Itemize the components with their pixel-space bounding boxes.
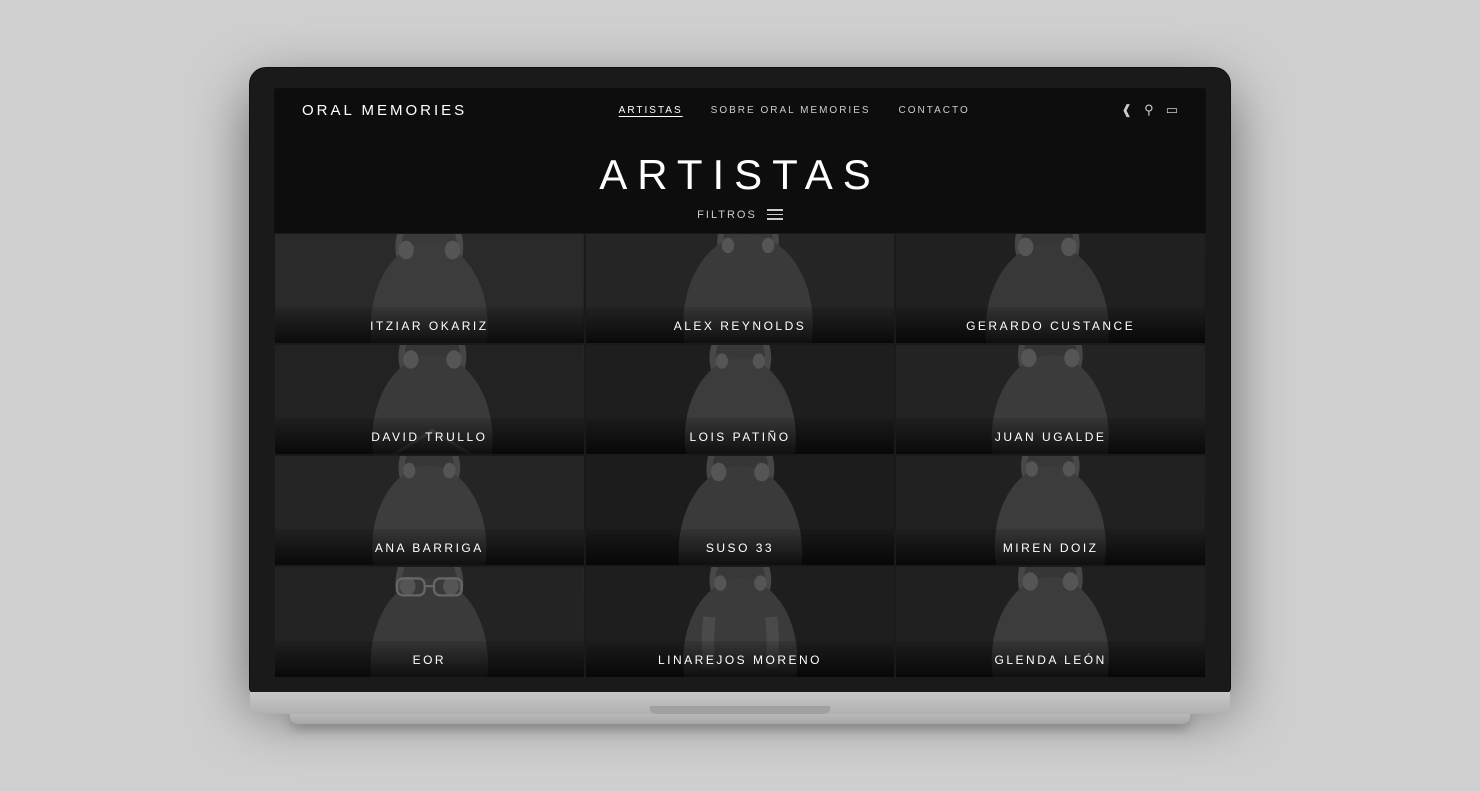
- share-icon[interactable]: ❰: [1121, 102, 1132, 118]
- artist-name-10: EOR: [413, 653, 447, 667]
- filters-label: FILTROS: [697, 209, 757, 221]
- filters-icon[interactable]: [767, 209, 783, 220]
- artists-grid: ITZIAR OKARIZ: [274, 233, 1206, 678]
- artist-cell-12[interactable]: GLENDA LEÓN: [895, 566, 1206, 677]
- artist-cell-9[interactable]: MIREN DOIZ: [895, 455, 1206, 566]
- artist-cell-8[interactable]: SUSO 33: [585, 455, 896, 566]
- laptop-base: [250, 692, 1230, 714]
- artist-overlay-5: LOIS PATIÑO: [586, 418, 895, 454]
- artist-name-3: GERARDO CUSTANCE: [966, 319, 1135, 333]
- artist-overlay-1: ITZIAR OKARIZ: [275, 307, 584, 343]
- page-content: ARTISTAS FILTROS: [274, 133, 1206, 678]
- artist-overlay-6: JUAN UGALDE: [896, 418, 1205, 454]
- navbar: ORAL MEMORIES ARTISTAS SOBRE ORAL MEMORI…: [274, 88, 1206, 133]
- artist-name-9: MIREN DOIZ: [1003, 541, 1099, 555]
- artist-cell-3[interactable]: GERARDO CUSTANCE: [895, 233, 1206, 344]
- artist-cell-11[interactable]: LINAREJOS MORENO: [585, 566, 896, 677]
- artist-overlay-7: ANA BARRIGA: [275, 529, 584, 565]
- artist-overlay-2: ALEX REYNOLDS: [586, 307, 895, 343]
- artist-cell-2[interactable]: ALEX REYNOLDS: [585, 233, 896, 344]
- artist-name-1: ITZIAR OKARIZ: [370, 319, 489, 333]
- artist-name-2: ALEX REYNOLDS: [674, 319, 807, 333]
- screen-bezel: ORAL MEMORIES ARTISTAS SOBRE ORAL MEMORI…: [250, 68, 1230, 692]
- nav-link-artistas[interactable]: ARTISTAS: [619, 105, 683, 116]
- artist-overlay-3: GERARDO CUSTANCE: [896, 307, 1205, 343]
- laptop-screen: ORAL MEMORIES ARTISTAS SOBRE ORAL MEMORI…: [274, 88, 1206, 678]
- nav-links: ARTISTAS SOBRE ORAL MEMORIES CONTACTO: [619, 105, 970, 116]
- artist-name-4: DAVID TRULLO: [371, 430, 487, 444]
- screen-icon[interactable]: ▭: [1166, 102, 1178, 118]
- artist-name-5: LOIS PATIÑO: [689, 430, 790, 444]
- artist-name-7: ANA BARRIGA: [375, 541, 484, 555]
- site-wrapper: ORAL MEMORIES ARTISTAS SOBRE ORAL MEMORI…: [274, 88, 1206, 678]
- artist-overlay-11: LINAREJOS MORENO: [586, 641, 895, 677]
- artist-overlay-9: MIREN DOIZ: [896, 529, 1205, 565]
- artist-cell-5[interactable]: LOIS PATIÑO: [585, 344, 896, 455]
- artist-name-11: LINAREJOS MORENO: [658, 653, 822, 667]
- artist-overlay-8: SUSO 33: [586, 529, 895, 565]
- artist-cell-7[interactable]: ANA BARRIGA: [274, 455, 585, 566]
- nav-icons: ❰ ⚲ ▭: [1121, 102, 1178, 118]
- laptop-foot: [290, 714, 1190, 724]
- artist-cell-1[interactable]: ITZIAR OKARIZ: [274, 233, 585, 344]
- artist-cell-4[interactable]: DAVID TRULLO: [274, 344, 585, 455]
- artist-cell-6[interactable]: JUAN UGALDE: [895, 344, 1206, 455]
- artist-overlay-4: DAVID TRULLO: [275, 418, 584, 454]
- filters-bar[interactable]: FILTROS: [274, 209, 1206, 221]
- artist-overlay-10: EOR: [275, 641, 584, 677]
- site-logo[interactable]: ORAL MEMORIES: [302, 102, 467, 119]
- page-title: ARTISTAS: [274, 151, 1206, 199]
- artist-name-8: SUSO 33: [706, 541, 774, 555]
- artist-name-12: GLENDA LEÓN: [995, 653, 1107, 667]
- artist-overlay-12: GLENDA LEÓN: [896, 641, 1205, 677]
- nav-link-contacto[interactable]: CONTACTO: [899, 105, 970, 116]
- search-icon[interactable]: ⚲: [1144, 102, 1154, 118]
- artist-name-6: JUAN UGALDE: [995, 430, 1107, 444]
- laptop: ORAL MEMORIES ARTISTAS SOBRE ORAL MEMORI…: [250, 68, 1230, 724]
- artist-cell-10[interactable]: EOR: [274, 566, 585, 677]
- nav-link-sobre[interactable]: SOBRE ORAL MEMORIES: [711, 105, 871, 116]
